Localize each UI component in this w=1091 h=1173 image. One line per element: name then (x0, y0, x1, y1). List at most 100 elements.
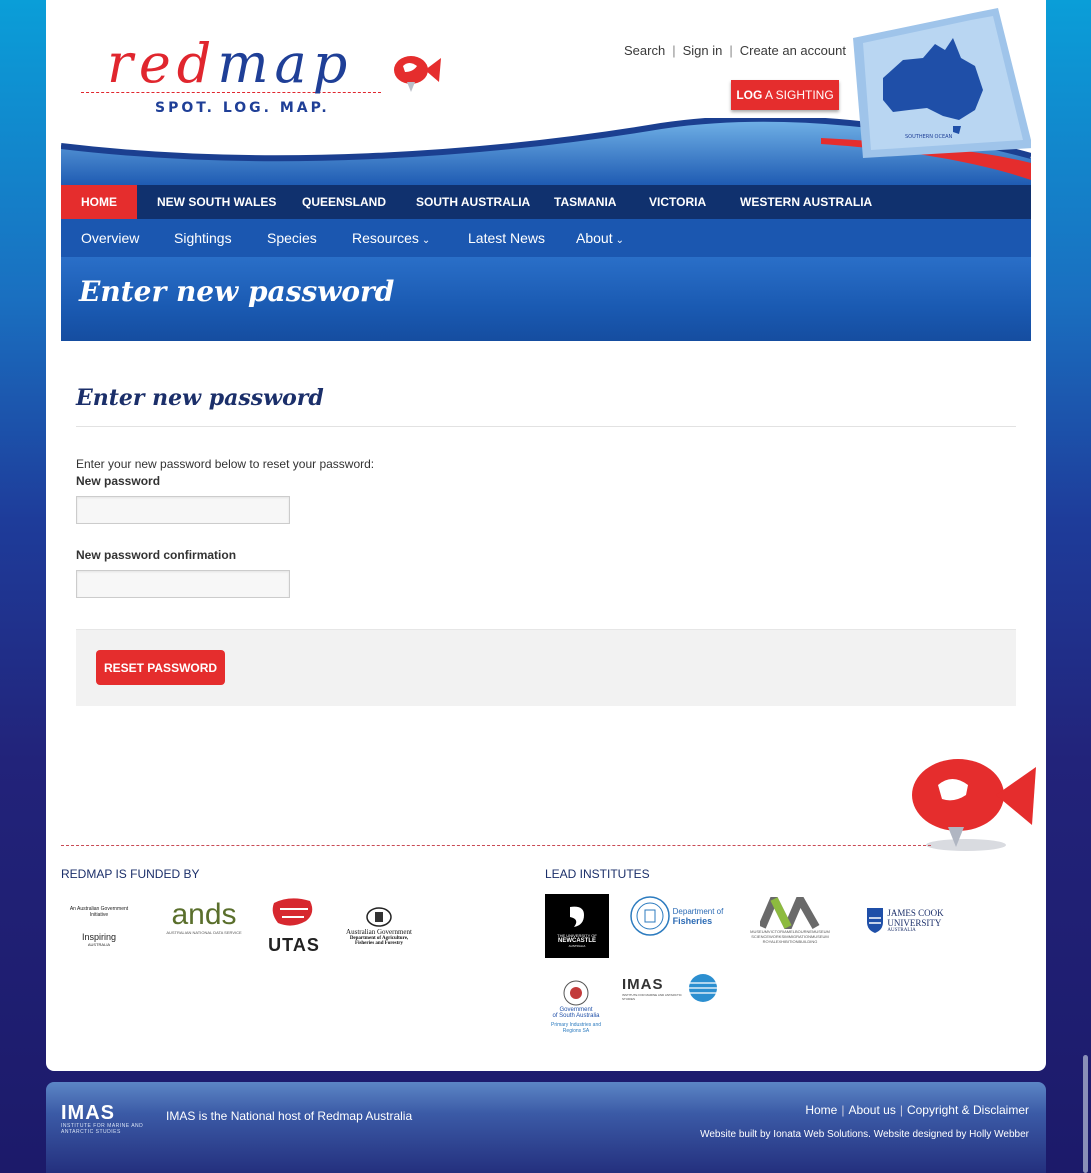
fish-pin-icon (912, 759, 1036, 851)
funder-line: Australian Government (346, 928, 412, 936)
logo-wordmark: redmap (107, 32, 353, 95)
form-actions: RESET PASSWORD (76, 629, 1016, 706)
site-header: redmap SPOT. LOG. MAP. Search | Sign in | Cr… (61, 0, 1031, 185)
banner-title: Enter new password (79, 275, 395, 308)
site-footer-bar: IMAS INSTITUTE FOR MARINE AND ANTARCTIC … (46, 1082, 1046, 1173)
new-password-field[interactable] (76, 496, 290, 524)
new-password-confirmation-field[interactable] (76, 570, 290, 598)
nav-overview[interactable]: Overview (81, 219, 139, 257)
funder-line: AUSTRALIA (87, 941, 111, 947)
log-sighting-rest: A SIGHTING (762, 88, 834, 102)
new-password-confirmation-label: New password confirmation (76, 548, 237, 562)
museum-victoria-mark-icon (760, 896, 820, 929)
fisheries-seal-icon (629, 896, 670, 936)
create-account-link[interactable]: Create an account (740, 43, 846, 58)
imas-logo[interactable]: IMAS INSTITUTE FOR MARINE AND ANTARCTIC … (620, 972, 720, 1004)
funder-line: Inspiring (81, 931, 117, 942)
newcastle-crest-icon (570, 906, 584, 927)
top-links: Search | Sign in | Create an account (624, 43, 846, 58)
footer-dashed-line (61, 845, 931, 846)
link-separator: | (672, 43, 676, 58)
form-intro: Enter your new password below to reset y… (76, 457, 375, 471)
newcastle-logo[interactable]: THE UNIVERSITY OF NEWCASTLE AUSTRALIA (545, 894, 609, 958)
page-banner: Enter new password (61, 257, 1031, 341)
ands-logo[interactable]: ands AUSTRALIAN NATIONAL DATA SERVICE (154, 894, 254, 940)
nav-south-australia[interactable]: SOUTH AUSTRALIA (396, 185, 550, 219)
nav-victoria[interactable]: VICTORIA (629, 185, 726, 219)
nav-sightings[interactable]: Sightings (174, 219, 232, 257)
nav-new-south-wales[interactable]: NEW SOUTH WALES (137, 185, 296, 219)
imas-footer-subtitle: INSTITUTE FOR MARINE AND ANTARCTIC STUDI… (61, 1123, 144, 1135)
institute-line: AUSTRALIA (568, 943, 586, 948)
nav-resources-label: Resources (352, 230, 419, 246)
nav-western-australia[interactable]: WESTERN AUSTRALIA (720, 185, 892, 219)
link-separator: | (899, 1103, 903, 1117)
sign-in-link[interactable]: Sign in (683, 43, 723, 58)
department-of-fisheries-logo[interactable]: Department of Fisheries (624, 894, 728, 938)
funded-by-heading: REDMAP IS FUNDED BY (61, 867, 200, 881)
nav-latest-news[interactable]: Latest News (468, 219, 545, 257)
funder-line: An Australian Government Initiative (69, 905, 129, 918)
sa-government-seal-icon (563, 980, 589, 1005)
nav-queensland[interactable]: QUEENSLAND (282, 185, 406, 219)
imas-footer-logo[interactable]: IMAS (61, 1102, 115, 1125)
funder-line: AUSTRALIAN NATIONAL DATA SERVICE (166, 929, 242, 935)
jcu-shield-icon (867, 908, 884, 933)
footer-home-link[interactable]: Home (805, 1103, 837, 1117)
inspiring-australia-logo[interactable]: An Australian Government Initiative Insp… (61, 896, 137, 956)
logo-word-red: red (107, 32, 218, 95)
footer-copyright-link[interactable]: Copyright & Disclaimer (907, 1103, 1029, 1117)
host-statement: IMAS is the National host of Redmap Aust… (166, 1109, 413, 1123)
institute-line: Fisheries (672, 915, 713, 926)
redmap-logo[interactable]: redmap SPOT. LOG. MAP. (81, 32, 441, 122)
footer-about-link[interactable]: About us (848, 1103, 895, 1117)
scrollbar[interactable] (1083, 1055, 1088, 1173)
section-navigation: Overview Sightings Species Resources ⌄ La… (61, 219, 1031, 257)
state-navigation: HOME NEW SOUTH WALES QUEENSLAND SOUTH AU… (61, 185, 1031, 219)
institute-line: JAMES COOK (887, 907, 944, 918)
nav-tasmania[interactable]: TASMANIA (534, 185, 636, 219)
institute-line: ROYALEXHIBITIONBUILDING (762, 938, 818, 944)
coat-of-arms-icon (366, 907, 392, 927)
utas-lion-icon (272, 897, 313, 926)
chevron-down-icon: ⌄ (421, 235, 431, 246)
nav-home[interactable]: HOME (61, 185, 137, 219)
form-title: Enter new password (76, 385, 324, 411)
australia-map-graphic: SOUTHERN OCEAN (853, 8, 1031, 158)
link-separator: | (729, 43, 733, 58)
log-sighting-button[interactable]: LOG A SIGHTING (731, 80, 839, 110)
svg-text:SOUTHERN OCEAN: SOUTHERN OCEAN (905, 134, 953, 140)
institute-line: Department of (672, 906, 724, 916)
logo-tagline: SPOT. LOG. MAP. (155, 100, 330, 116)
agriculture-fisheries-logo[interactable]: Australian Government Department of Agri… (334, 896, 424, 956)
utas-logo[interactable]: UTAS (268, 892, 320, 958)
government-south-australia-logo[interactable]: Government of South Australia Primary In… (544, 972, 608, 1040)
chevron-down-icon: ⌄ (615, 235, 624, 246)
page-container: redmap SPOT. LOG. MAP. Search | Sign in | Cr… (46, 0, 1046, 1071)
divider (76, 426, 1016, 427)
site-credit: Website built by Ionata Web Solutions. W… (700, 1129, 1029, 1140)
james-cook-university-logo[interactable]: JAMES COOK UNIVERSITY AUSTRALIA (860, 898, 950, 942)
nav-about[interactable]: About ⌄ (576, 219, 624, 257)
search-link[interactable]: Search (624, 43, 665, 58)
funder-line: UTAS (268, 934, 320, 955)
institute-line: AUSTRALIA (887, 927, 916, 933)
funder-line: Fisheries and Forestry (355, 941, 403, 946)
institute-line: INSTITUTE FOR MARINE AND ANTARCTIC STUDI… (622, 992, 682, 1001)
link-separator: | (841, 1103, 845, 1117)
logo-word-blue: map (217, 32, 354, 95)
fish-pin-icon (394, 56, 441, 92)
nav-species[interactable]: Species (267, 219, 317, 257)
reset-password-button[interactable]: RESET PASSWORD (96, 650, 225, 685)
new-password-label: New password (76, 474, 161, 488)
institute-line: IMAS (622, 975, 664, 993)
imas-globe-icon (689, 974, 717, 1002)
lead-institutes-heading: LEAD INSTITUTES (545, 867, 650, 881)
funder-line: ands (171, 897, 237, 931)
nav-about-label: About (576, 230, 613, 246)
institute-line: Primary Industries and Regions SA (550, 1021, 602, 1034)
log-sighting-bold: LOG (736, 88, 763, 102)
institute-line: UNIVERSITY (887, 917, 942, 928)
museum-victoria-logo[interactable]: MUSEUMVICTORIAMELBOURNEMUSEUM SCIENCEWOR… (738, 894, 842, 946)
nav-resources[interactable]: Resources ⌄ (352, 219, 430, 257)
